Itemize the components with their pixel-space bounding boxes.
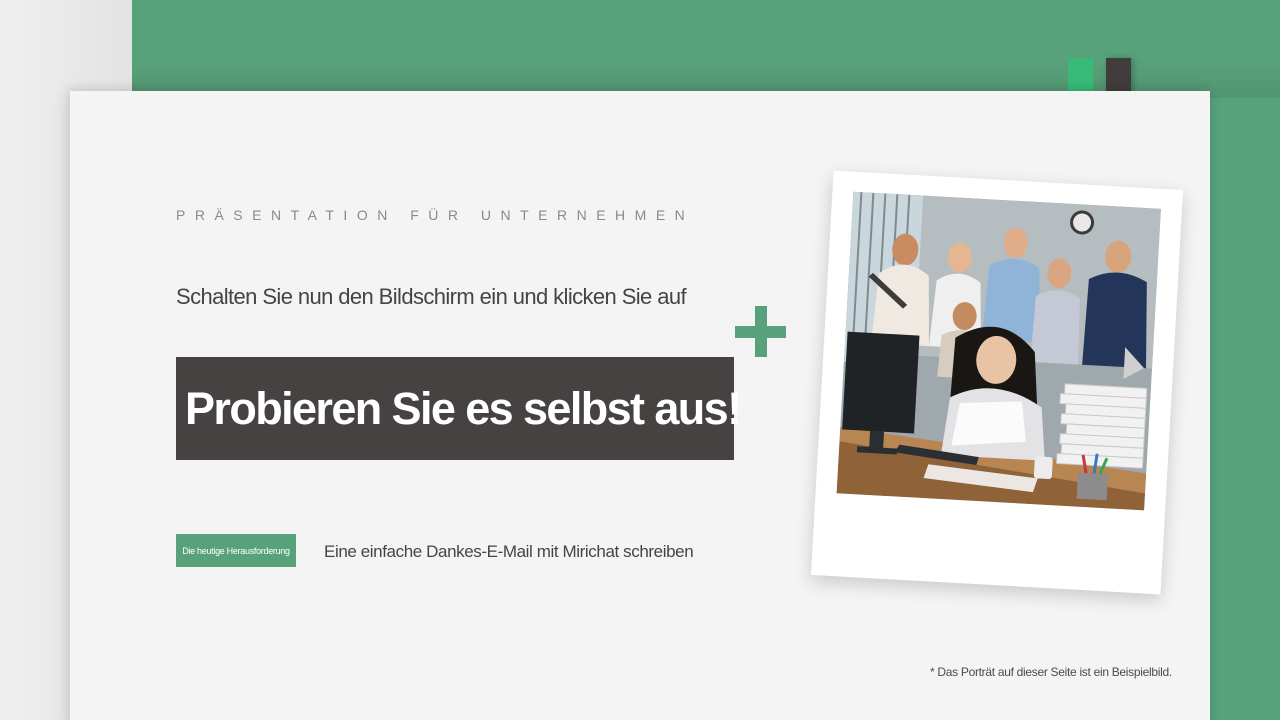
try-it-yourself-button[interactable]: Probieren Sie es selbst aus! xyxy=(176,357,742,460)
polaroid-frame xyxy=(810,170,1184,595)
plus-icon-vertical-bar xyxy=(755,306,767,357)
challenge-badge: Die heutige Herausforderung xyxy=(176,534,296,567)
dark-bookmark-tab xyxy=(1106,58,1131,94)
try-it-yourself-label: Probieren Sie es selbst aus! xyxy=(185,382,742,434)
plus-icon xyxy=(735,306,786,357)
subtitle: Schalten Sie nun den Bildschirm ein und … xyxy=(176,284,687,309)
challenge-text: Eine einfache Dankes-E-Mail mit Mirichat… xyxy=(324,542,694,561)
slide-stage: PRÄSENTATION FÜR UNTERNEHMEN Schalten Si… xyxy=(0,0,1280,720)
challenge-badge-label: Die heutige Herausforderung xyxy=(182,545,290,556)
office-photo xyxy=(836,191,1161,511)
eyebrow-label: PRÄSENTATION FÜR UNTERNEHMEN xyxy=(176,207,695,223)
green-bookmark-tab xyxy=(1068,58,1093,94)
footnote: * Das Porträt auf dieser Seite ist ein B… xyxy=(930,665,1172,679)
